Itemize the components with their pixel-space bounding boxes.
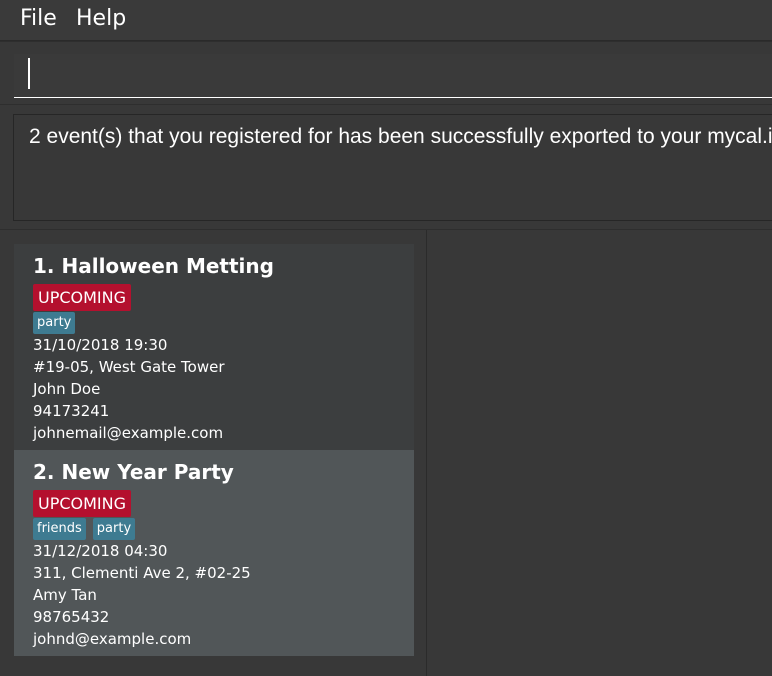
tag-list: friends party bbox=[33, 518, 142, 540]
result-message: 2 event(s) that you registered for has b… bbox=[29, 125, 772, 148]
event-datetime: 31/10/2018 19:30 bbox=[33, 336, 168, 354]
event-email: johnd@example.com bbox=[33, 630, 192, 648]
event-datetime: 31/12/2018 04:30 bbox=[33, 542, 168, 560]
menu-help[interactable]: Help bbox=[76, 6, 126, 31]
event-email: johnemail@example.com bbox=[33, 424, 224, 442]
command-input[interactable] bbox=[14, 54, 772, 98]
menu-bar: File Help bbox=[0, 0, 772, 41]
event-phone: 98765432 bbox=[33, 608, 110, 626]
tag: party bbox=[33, 312, 76, 334]
status-badge: UPCOMING bbox=[33, 490, 132, 517]
tag: party bbox=[92, 518, 136, 540]
tag-list: party bbox=[33, 312, 82, 334]
event-address: #19-05, West Gate Tower bbox=[33, 358, 225, 376]
command-box bbox=[0, 41, 772, 105]
event-contact: John Doe bbox=[33, 380, 101, 398]
event-phone: 94173241 bbox=[33, 402, 110, 420]
result-display: 2 event(s) that you registered for has b… bbox=[13, 114, 772, 221]
event-card[interactable]: 1. Halloween Metting UPCOMING party 31/1… bbox=[14, 244, 414, 450]
menu-file[interactable]: File bbox=[20, 6, 57, 31]
event-contact: Amy Tan bbox=[33, 586, 97, 604]
event-card[interactable]: 2. New Year Party UPCOMING friends party … bbox=[14, 450, 414, 656]
event-title: 2. New Year Party bbox=[33, 460, 234, 484]
event-title: 1. Halloween Metting bbox=[33, 254, 274, 278]
status-badge: UPCOMING bbox=[33, 284, 132, 311]
event-address: 311, Clementi Ave 2, #02-25 bbox=[33, 564, 251, 582]
tag: friends bbox=[33, 518, 86, 540]
text-caret bbox=[28, 58, 30, 89]
